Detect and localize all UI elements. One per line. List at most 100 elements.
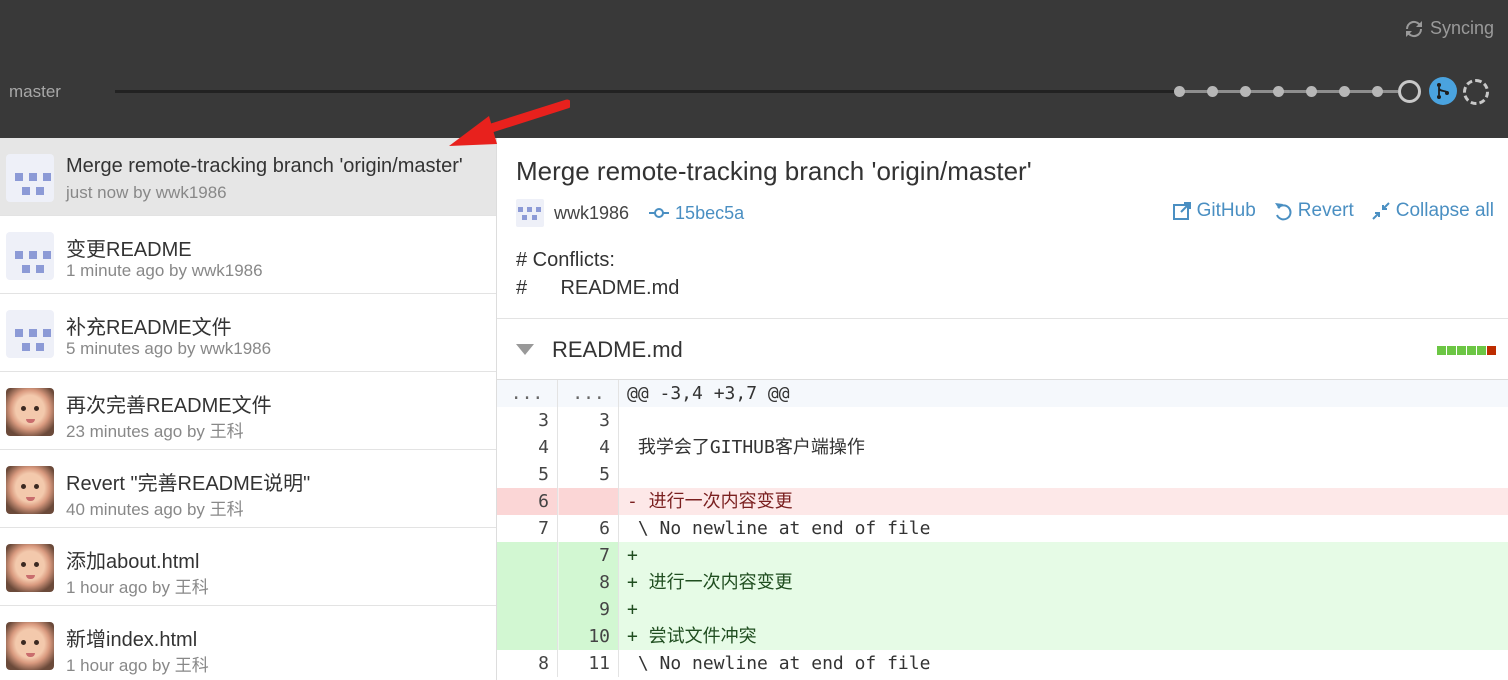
diff-line-removed: 6 - 进行一次内容变更 xyxy=(497,488,1508,515)
diff-line: 33 xyxy=(497,407,1508,434)
collapse-all-label: Collapse all xyxy=(1395,200,1494,221)
github-label: GitHub xyxy=(1196,200,1256,221)
branch-selector[interactable]: master xyxy=(9,82,61,102)
revert-label: Revert xyxy=(1297,200,1354,221)
timeline-commit[interactable] xyxy=(1240,86,1251,97)
diff-stat-block xyxy=(1477,346,1486,355)
diff-code xyxy=(627,407,638,434)
diff-view: ...... @@ -3,4 +3,7 @@ 3 3 44 我学会了GITHUB客户端… xyxy=(497,380,1508,677)
old-line-number: 5 xyxy=(497,461,558,488)
commit-title: 新增index.html xyxy=(66,629,198,651)
commit-list-item[interactable]: 新增index.html 1 hour ago by 王科 xyxy=(0,606,496,680)
commit-list-item[interactable]: Revert "完善README说明" 40 minutes ago by 王科 xyxy=(0,450,496,528)
timeline-commit[interactable] xyxy=(1372,86,1383,97)
merge-icon xyxy=(1437,83,1449,99)
commit-sha-link[interactable]: 15bec5a xyxy=(649,203,744,224)
diff-code xyxy=(627,461,638,488)
new-line-number: 4 xyxy=(559,434,619,461)
diff-line: 55 xyxy=(497,461,1508,488)
diff-line-added: 7 + xyxy=(497,542,1508,569)
commit-meta: 5 minutes ago by wwk1986 xyxy=(66,339,272,358)
commit-message-body: # Conflicts: # README.md xyxy=(516,249,680,299)
file-name: README.md xyxy=(552,337,683,362)
diff-line-added: 10 + 尝试文件冲突 xyxy=(497,623,1508,650)
timeline-commit[interactable] xyxy=(1174,86,1185,97)
new-line-number: 11 xyxy=(559,650,619,677)
avatar xyxy=(6,232,54,280)
old-line-number: ... xyxy=(497,380,558,407)
commit-meta: 1 minute ago by wwk1986 xyxy=(66,261,263,280)
diff-stat-block xyxy=(1437,346,1446,355)
diff-code: \ No newline at end of file xyxy=(627,518,931,539)
commit-list-item[interactable]: 再次完善README文件 23 minutes ago by 王科 xyxy=(0,372,496,450)
old-line-number xyxy=(497,596,558,623)
avatar xyxy=(6,622,54,670)
diff-hunk-header: ...... @@ -3,4 +3,7 @@ xyxy=(497,380,1508,407)
avatar xyxy=(6,544,54,592)
commit-title: Merge remote-tracking branch 'origin/mas… xyxy=(516,156,1032,186)
timeline-commit-ring[interactable] xyxy=(1398,80,1421,103)
avatar xyxy=(6,310,54,358)
commit-title: 添加about.html xyxy=(66,551,200,573)
sync-button[interactable]: Syncing xyxy=(1404,18,1494,39)
commit-meta: 40 minutes ago by 王科 xyxy=(66,500,244,519)
diff-stat-block xyxy=(1467,346,1476,355)
old-line-number: 8 xyxy=(497,650,558,677)
file-header[interactable]: README.md xyxy=(497,319,1508,380)
new-line-number xyxy=(559,488,619,515)
old-line-number: 4 xyxy=(497,434,558,461)
top-bar: Syncing master xyxy=(0,0,1508,138)
commit-meta: 23 minutes ago by 王科 xyxy=(66,422,244,441)
commit-list-item[interactable]: 补充README文件 5 minutes ago by wwk1986 xyxy=(0,294,496,372)
old-line-number: 6 xyxy=(497,488,558,515)
commit-list-item[interactable]: Merge remote-tracking branch 'origin/mas… xyxy=(0,138,496,216)
commit-detail: Merge remote-tracking branch 'origin/mas… xyxy=(497,138,1508,680)
timeline-commit[interactable] xyxy=(1339,86,1350,97)
commit-title: 补充README文件 xyxy=(66,317,232,339)
collapse-icon xyxy=(1372,202,1390,220)
old-line-number: 3 xyxy=(497,407,558,434)
avatar xyxy=(6,466,54,514)
commit-author-row: wwk1986 15bec5a xyxy=(516,199,744,227)
diff-stat-bar xyxy=(1437,346,1496,355)
old-line-number xyxy=(497,569,558,596)
author-avatar xyxy=(516,199,544,227)
diff-line-added: 9 + xyxy=(497,596,1508,623)
commit-list-item[interactable]: 变更README 1 minute ago by wwk1986 xyxy=(0,216,496,294)
new-line-number: 8 xyxy=(559,569,619,596)
diff-line-added: 8 + 进行一次内容变更 xyxy=(497,569,1508,596)
timeline-track xyxy=(115,90,1175,93)
commit-title: 变更README xyxy=(66,239,192,261)
diff-stat-block xyxy=(1487,346,1496,355)
sync-label: Syncing xyxy=(1429,18,1494,38)
diff-stat-block xyxy=(1447,346,1456,355)
timeline-commit[interactable] xyxy=(1207,86,1218,97)
revert-icon xyxy=(1274,203,1292,221)
timeline-sync-node[interactable] xyxy=(1463,79,1489,105)
commit-sha: 15bec5a xyxy=(675,202,745,223)
commit-actions: GitHub Revert Collapse all xyxy=(1172,200,1494,222)
commit-meta: 1 hour ago by 王科 xyxy=(66,578,209,597)
new-line-number: 5 xyxy=(559,461,619,488)
old-line-number xyxy=(497,623,558,650)
commit-list-item[interactable]: 添加about.html 1 hour ago by 王科 xyxy=(0,528,496,606)
timeline-commit[interactable] xyxy=(1306,86,1317,97)
new-line-number: 9 xyxy=(559,596,619,623)
commit-title: Revert "完善README说明" xyxy=(66,473,311,495)
collapse-all-button[interactable]: Collapse all xyxy=(1372,200,1494,222)
diff-code: \ No newline at end of file xyxy=(627,653,931,674)
collapse-triangle-icon[interactable] xyxy=(516,344,534,355)
old-line-number: 7 xyxy=(497,515,558,542)
commit-icon xyxy=(649,208,670,218)
new-line-number: 3 xyxy=(559,407,619,434)
timeline-commit[interactable] xyxy=(1273,86,1284,97)
new-line-number: 7 xyxy=(559,542,619,569)
timeline-merge-node[interactable] xyxy=(1429,77,1457,105)
avatar xyxy=(6,154,54,202)
avatar xyxy=(6,388,54,436)
revert-button[interactable]: Revert xyxy=(1274,200,1354,222)
github-button[interactable]: GitHub xyxy=(1172,200,1256,222)
diff-code: + xyxy=(627,599,638,620)
commit-title: Merge remote-tracking branch 'origin/mas… xyxy=(66,155,463,177)
sync-icon xyxy=(1405,20,1422,37)
